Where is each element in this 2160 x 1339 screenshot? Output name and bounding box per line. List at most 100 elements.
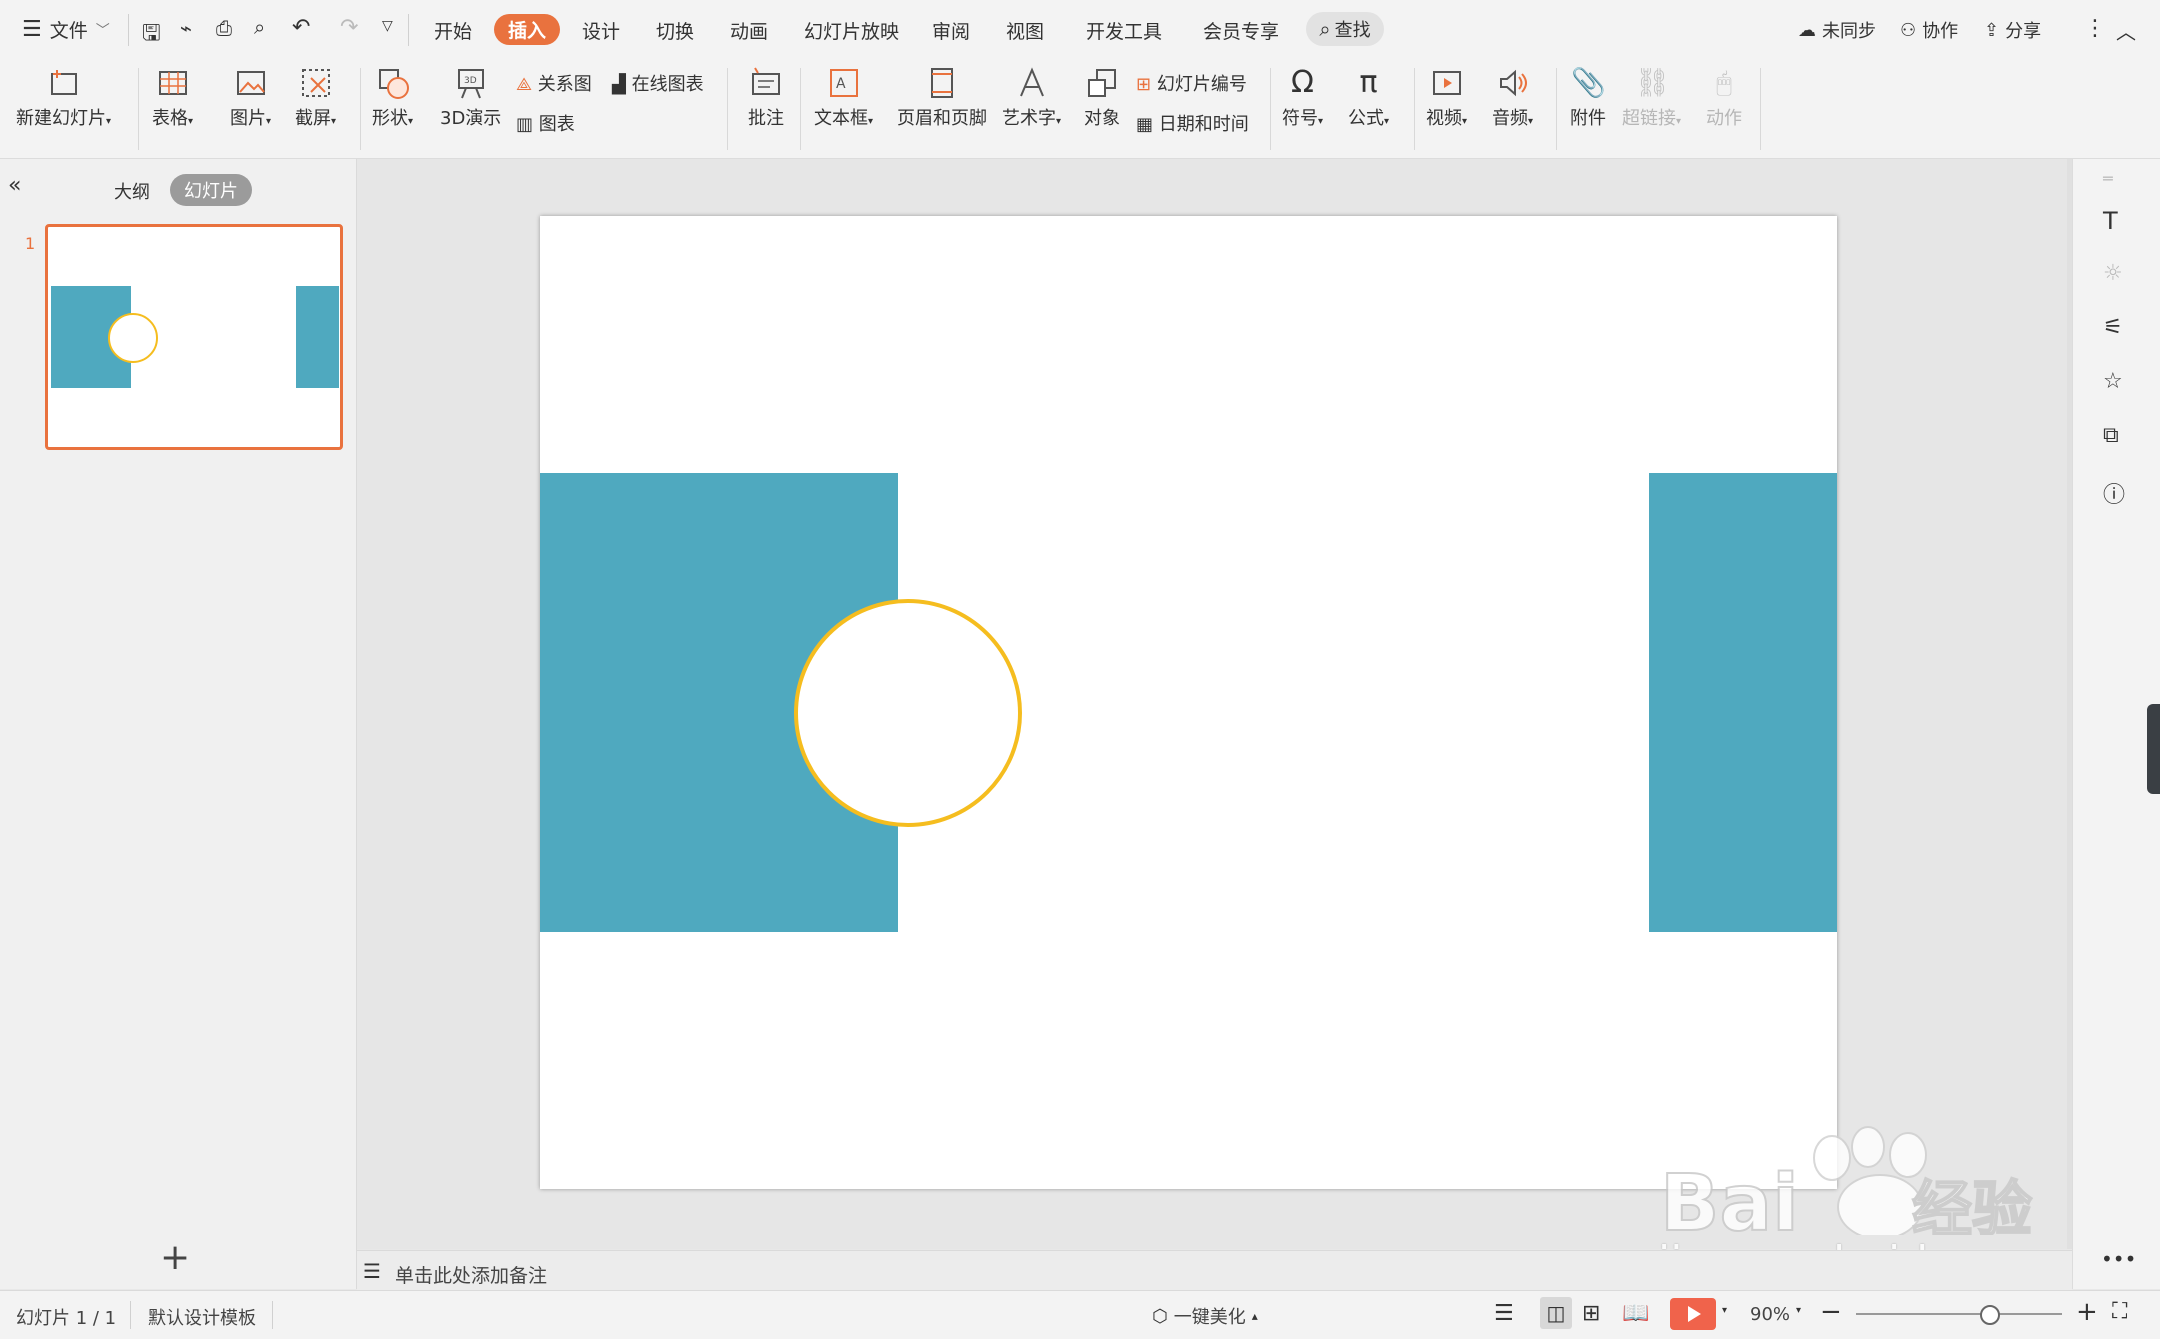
online-chart-icon: ▟: [612, 74, 626, 95]
collapse-panel-icon[interactable]: «: [8, 173, 21, 198]
wordart-button[interactable]: 艺术字▾: [1002, 66, 1061, 130]
slide-number-button[interactable]: ⊞ 幻灯片编号: [1136, 70, 1247, 96]
menu-slideshow[interactable]: 幻灯片放映: [804, 17, 899, 44]
hyperlink-button[interactable]: ⛓ 超链接▾: [1622, 66, 1681, 130]
more-vertical-icon[interactable]: ⋮: [2084, 16, 2106, 41]
header-footer-icon: [931, 68, 953, 98]
datetime-label: 日期和时间: [1158, 114, 1249, 135]
picture-button[interactable]: 图片▾: [230, 66, 271, 130]
chart-button[interactable]: ▥ 图表: [516, 110, 575, 136]
notes-area[interactable]: ☰ 单击此处添加备注: [357, 1250, 2072, 1291]
menu-design[interactable]: 设计: [582, 17, 620, 44]
new-slide-button[interactable]: 新建幻灯片▾: [16, 66, 111, 130]
play-options-icon[interactable]: ▾: [1722, 1305, 1727, 1316]
circle-shape[interactable]: [794, 599, 1022, 827]
table-button[interactable]: 表格▾: [152, 66, 193, 130]
omega-icon: Ω: [1291, 65, 1314, 100]
attachment-button[interactable]: 📎 附件: [1570, 66, 1606, 130]
symbol-button[interactable]: Ω 符号▾: [1282, 66, 1323, 130]
slide-thumbnail[interactable]: [45, 224, 343, 450]
menu-member[interactable]: 会员专享: [1203, 17, 1279, 44]
customize-toolbar-icon[interactable]: ▽: [382, 18, 393, 34]
zoom-slider[interactable]: [1856, 1305, 2062, 1325]
teal-rectangle-right[interactable]: [1649, 473, 1837, 932]
undo-icon[interactable]: ↶: [292, 15, 310, 40]
zoom-in-icon[interactable]: +: [2076, 1297, 2098, 1327]
search-icon: ⌕: [1319, 17, 1331, 41]
more-horizontal-icon[interactable]: •••: [2101, 1247, 2136, 1271]
menu-animation[interactable]: 动画: [730, 17, 768, 44]
formula-button[interactable]: π 公式▾: [1348, 66, 1389, 130]
svg-text:3D: 3D: [464, 76, 477, 86]
zoom-slider-thumb[interactable]: [1979, 1305, 2000, 1325]
divider: [408, 14, 409, 46]
audio-label: 音频: [1492, 108, 1528, 129]
tab-slides[interactable]: 幻灯片: [170, 174, 252, 206]
add-slide-icon[interactable]: +: [160, 1237, 190, 1278]
textbox-label: 文本框: [814, 108, 868, 129]
menu-insert[interactable]: 插入: [494, 14, 561, 45]
fit-window-icon[interactable]: ⛶: [2112, 1299, 2127, 1324]
divider: [130, 1301, 131, 1329]
audio-button[interactable]: 音频▾: [1492, 66, 1533, 130]
chart-icon: ▥: [516, 114, 534, 135]
comment-label: 批注: [748, 108, 784, 129]
search-box[interactable]: ⌕ 查找: [1306, 12, 1384, 46]
help-icon[interactable]: ⓘ: [2103, 477, 2125, 509]
redo-icon[interactable]: ↷: [340, 15, 358, 40]
print-icon[interactable]: ⎙: [216, 16, 232, 40]
file-menu[interactable]: ☰ 文件 ﹀: [22, 16, 110, 43]
action-button[interactable]: 🖱 动作: [1706, 66, 1742, 130]
reading-view-icon[interactable]: 📖: [1622, 1301, 1649, 1326]
menu-developer[interactable]: 开发工具: [1086, 17, 1162, 44]
share-label: 分享: [2005, 21, 2042, 42]
header-footer-button[interactable]: 页眉和页脚: [897, 66, 987, 130]
divider: [128, 14, 129, 46]
screenshot-button[interactable]: 截屏▾: [295, 66, 336, 130]
thumb-teal-right: [296, 286, 339, 388]
side-dock-handle[interactable]: [2147, 704, 2160, 794]
grid-view-icon[interactable]: ⊞: [1582, 1301, 1600, 1326]
menu-home[interactable]: 开始: [434, 17, 472, 44]
collab-button[interactable]: ⚇ 协作: [1900, 17, 1958, 43]
slide-1[interactable]: [540, 216, 1837, 1189]
relation-button[interactable]: ⟁ 关系图: [516, 70, 592, 96]
share-button[interactable]: ⇪ 分享: [1984, 17, 2041, 43]
play-slideshow-button[interactable]: [1670, 1298, 1716, 1330]
menu-transition[interactable]: 切换: [656, 17, 694, 44]
cloud-icon: ☁: [1798, 19, 1816, 41]
online-chart-button[interactable]: ▟ 在线图表: [612, 70, 704, 96]
textbox-button[interactable]: A 文本框▾: [814, 66, 873, 130]
tab-outline[interactable]: 大纲: [114, 178, 150, 204]
zoom-options-icon[interactable]: ▾: [1796, 1305, 1801, 1316]
object-button[interactable]: 对象: [1084, 66, 1120, 130]
normal-view-icon[interactable]: ◫: [1540, 1297, 1572, 1329]
comment-button[interactable]: 批注: [748, 66, 784, 130]
shape-button[interactable]: 形状▾: [372, 66, 413, 130]
sync-status[interactable]: ☁ 未同步: [1798, 17, 1876, 43]
pi-icon: π: [1359, 65, 1378, 100]
link-icon: ⛓: [1634, 66, 1671, 99]
svg-text:A: A: [836, 76, 846, 92]
text-format-icon[interactable]: T: [2103, 207, 2118, 235]
zoom-out-icon[interactable]: −: [1820, 1297, 1842, 1327]
3d-demo-button[interactable]: 3D 3D演示: [440, 66, 501, 130]
lightbulb-icon[interactable]: ☼: [2103, 261, 2123, 286]
menu-view[interactable]: 视图: [1006, 17, 1044, 44]
save-icon[interactable]: 🖫: [142, 16, 161, 54]
collapse-ribbon-icon[interactable]: ︿: [2116, 16, 2136, 45]
slide-switch-icon[interactable]: ⧉: [2103, 423, 2119, 448]
print-preview-icon[interactable]: ⌕: [254, 15, 265, 39]
zoom-value[interactable]: 90%: [1750, 1304, 1790, 1325]
menu-review[interactable]: 审阅: [932, 17, 970, 44]
paperclip-icon: 📎: [1571, 66, 1606, 99]
notes-icon: ☰: [363, 1259, 381, 1283]
datetime-button[interactable]: ▦ 日期和时间: [1136, 110, 1249, 136]
format-painter-icon[interactable]: ⌁: [180, 16, 192, 40]
beautify-button[interactable]: ⬡ 一键美化 ▴: [1152, 1303, 1258, 1329]
notes-toggle-icon[interactable]: ☰: [1494, 1301, 1514, 1326]
template-name[interactable]: 默认设计模板: [148, 1304, 256, 1330]
adjust-sliders-icon[interactable]: ⚟: [2103, 315, 2123, 340]
video-button[interactable]: 视频▾: [1426, 66, 1467, 130]
star-icon[interactable]: ☆: [2103, 369, 2123, 394]
